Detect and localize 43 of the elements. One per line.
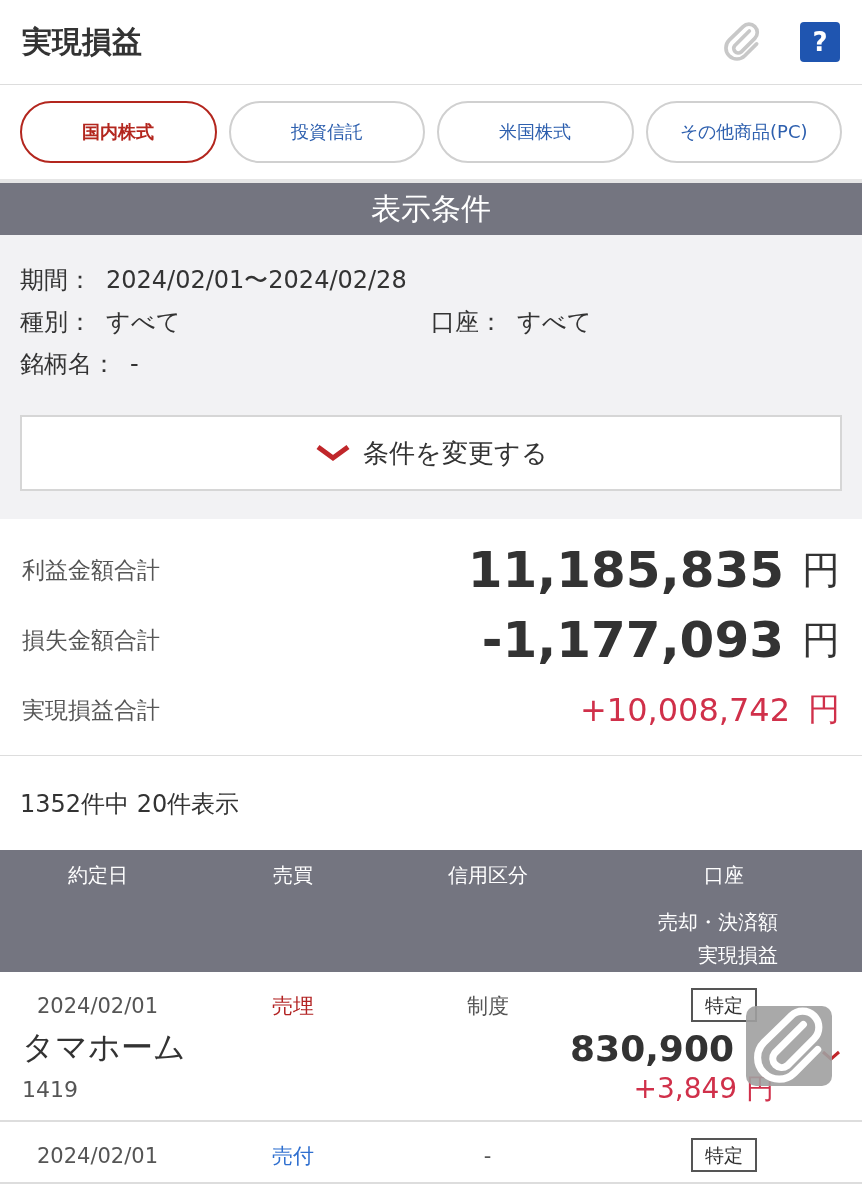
stock-name-label: 銘柄名：	[20, 349, 116, 380]
trade-type: 売付	[270, 1143, 315, 1170]
stock-name-value: -	[130, 350, 139, 378]
change-conditions-button[interactable]: 条件を変更する	[20, 415, 842, 491]
stock-code: 1419	[22, 1076, 79, 1102]
trade-type: 売埋	[270, 993, 315, 1020]
currency-unit: 円	[802, 546, 840, 594]
section-header: 表示条件	[0, 183, 862, 235]
total-amount: +10,008,742	[579, 691, 790, 729]
column-header: 実現損益	[698, 942, 778, 969]
column-header: 売買	[271, 862, 314, 889]
column-header: 売却・決済額	[658, 909, 778, 936]
account-label: 口座：	[431, 307, 503, 338]
trade-date: 2024/02/01	[35, 1144, 159, 1168]
type-label: 種別：	[20, 307, 92, 338]
result-count: 1352件中 20件表示	[19, 789, 241, 820]
credit-type: 制度	[465, 993, 510, 1020]
currency-unit: 円	[808, 689, 840, 730]
page-title: 実現損益	[22, 22, 143, 61]
credit-type: -	[482, 1144, 493, 1168]
column-header: 口座	[702, 862, 745, 889]
column-header: 約定日	[66, 862, 129, 889]
chevron-down-icon	[314, 444, 351, 462]
total-amount: -1,177,093	[481, 611, 784, 669]
currency-unit: 円	[802, 616, 840, 664]
help-button[interactable]: ?	[800, 22, 840, 62]
total-label: 実現損益合計	[22, 695, 161, 725]
category-tab[interactable]: その他商品(PC)	[645, 101, 842, 163]
account-value: すべて	[517, 307, 592, 338]
sale-amount: 830,900	[570, 1027, 734, 1069]
account-tag: 特定	[690, 1138, 757, 1172]
total-amount: 11,185,835	[467, 541, 784, 599]
trade-date: 2024/02/01	[35, 994, 159, 1018]
column-header: 信用区分	[446, 862, 529, 889]
category-tab[interactable]: 投資信託	[228, 101, 425, 163]
period-label: 期間：	[20, 265, 92, 296]
total-label: 利益金額合計	[22, 555, 161, 585]
type-value: すべて	[106, 307, 181, 338]
total-label: 損失金額合計	[22, 625, 161, 655]
category-tab[interactable]: 国内株式	[20, 101, 217, 163]
category-tab[interactable]: 米国株式	[437, 101, 634, 163]
stock-name[interactable]: タマホーム	[22, 1026, 571, 1070]
period-value: 2024/02/01〜2024/02/28	[106, 265, 407, 296]
